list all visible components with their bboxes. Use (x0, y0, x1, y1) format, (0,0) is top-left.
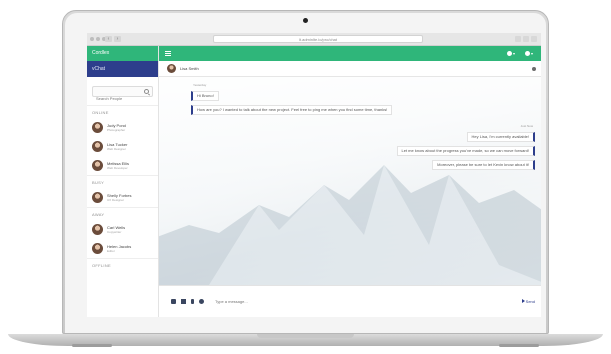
contact-item[interactable]: Carl Wells Copywriter (87, 220, 158, 239)
avatar (92, 141, 103, 152)
contact-role: Web Developer (107, 165, 128, 170)
laptop-foot-left (72, 344, 112, 347)
menu-icon[interactable] (165, 51, 171, 56)
bell-icon (506, 51, 512, 56)
message-meta: Just Now (520, 124, 533, 128)
screen: ‹ › lt.adminlte.io/pro/chat Cordlex vCha… (87, 33, 541, 317)
avatar (92, 243, 103, 254)
contact-role: Copywriter (107, 229, 122, 234)
search-icon[interactable] (144, 89, 149, 94)
laptop-notch (257, 334, 354, 338)
brand-logo[interactable]: Cordlex (87, 46, 158, 61)
contact-item[interactable]: Helen Jacobs Editor (87, 239, 158, 258)
browser-toolbar: ‹ › lt.adminlte.io/pro/chat (87, 33, 541, 46)
contact-item[interactable]: Shelly Forbes UX Designer (87, 188, 158, 207)
laptop-foot-right (499, 344, 539, 347)
contact-item[interactable]: Melissa Ellis Web Developer (87, 156, 158, 175)
message-meta: Yesterday (193, 83, 207, 87)
contact-item[interactable]: Judy Pond Photographer (87, 118, 158, 137)
chat-contact-name: Lisa Smith (180, 66, 199, 71)
send-label: Send (525, 298, 535, 304)
attachment-icon[interactable] (171, 299, 176, 304)
contact-role: UX Designer (107, 197, 125, 202)
chevron-down-icon: ▾ (530, 51, 533, 56)
group-label-offline: OFFLINE (87, 258, 158, 271)
window-controls (90, 37, 106, 41)
message-bubble-outgoing: Let me know about the progress you've ma… (396, 146, 535, 156)
emoji-icon[interactable] (199, 299, 204, 304)
send-icon (521, 299, 525, 303)
avatar (92, 224, 103, 235)
mic-icon[interactable] (191, 299, 194, 304)
minimize-window-button[interactable] (96, 37, 100, 41)
avatar (92, 122, 103, 133)
close-window-button[interactable] (90, 37, 94, 41)
settings-icon[interactable] (532, 67, 536, 71)
message-bubble-incoming: How are you? I wanted to talk about the … (191, 105, 393, 115)
back-button[interactable]: ‹ (105, 36, 112, 42)
channel-title: vChat (87, 61, 158, 77)
new-tab-icon[interactable] (523, 36, 529, 42)
image-icon[interactable] (181, 299, 186, 304)
app-topbar: ▾ ▾ (159, 46, 541, 61)
avatar (92, 192, 103, 203)
user-menu[interactable]: ▾ (524, 51, 533, 56)
chat-header: Lisa Smith (159, 61, 541, 77)
send-button[interactable]: Send (521, 297, 535, 305)
message-bubble-outgoing: Hey Lisa, I'm currently available! (466, 132, 535, 142)
sidebar: Cordlex vChat ONLINE Judy Pond Photograp… (87, 46, 159, 317)
user-icon (524, 51, 530, 56)
camera-icon (303, 18, 308, 23)
group-label-away: AWAY (87, 207, 158, 220)
avatar (92, 160, 103, 171)
browser-actions (515, 36, 537, 42)
contact-item[interactable]: Lisa Tucker Web Designer (87, 137, 158, 156)
search-input[interactable] (93, 94, 143, 103)
message-bubble-outgoing: Moreover, please be sure to let Kevin kn… (432, 160, 535, 170)
contact-role: Photographer (107, 127, 126, 132)
message-bubble-incoming: Hi Bruno! (191, 91, 219, 101)
avatar (167, 64, 176, 73)
forward-button[interactable]: › (114, 36, 121, 42)
address-bar[interactable]: lt.adminlte.io/pro/chat (213, 35, 423, 43)
message-input[interactable] (215, 296, 415, 306)
share-icon[interactable] (515, 36, 521, 42)
notifications-menu[interactable]: ▾ (506, 51, 515, 56)
search-box (92, 86, 153, 103)
laptop-frame: ‹ › lt.adminlte.io/pro/chat Cordlex vCha… (0, 0, 611, 354)
group-label-online: ONLINE (87, 105, 158, 118)
contact-role: Web Designer (107, 146, 126, 151)
chevron-down-icon: ▾ (512, 51, 515, 56)
tabs-icon[interactable] (531, 36, 537, 42)
group-label-busy: BUSY (87, 175, 158, 188)
contact-role: Editor (107, 248, 115, 253)
message-list: Yesterday Hi Bruno! How are you? I wante… (159, 77, 541, 285)
message-composer: Send (159, 285, 541, 317)
